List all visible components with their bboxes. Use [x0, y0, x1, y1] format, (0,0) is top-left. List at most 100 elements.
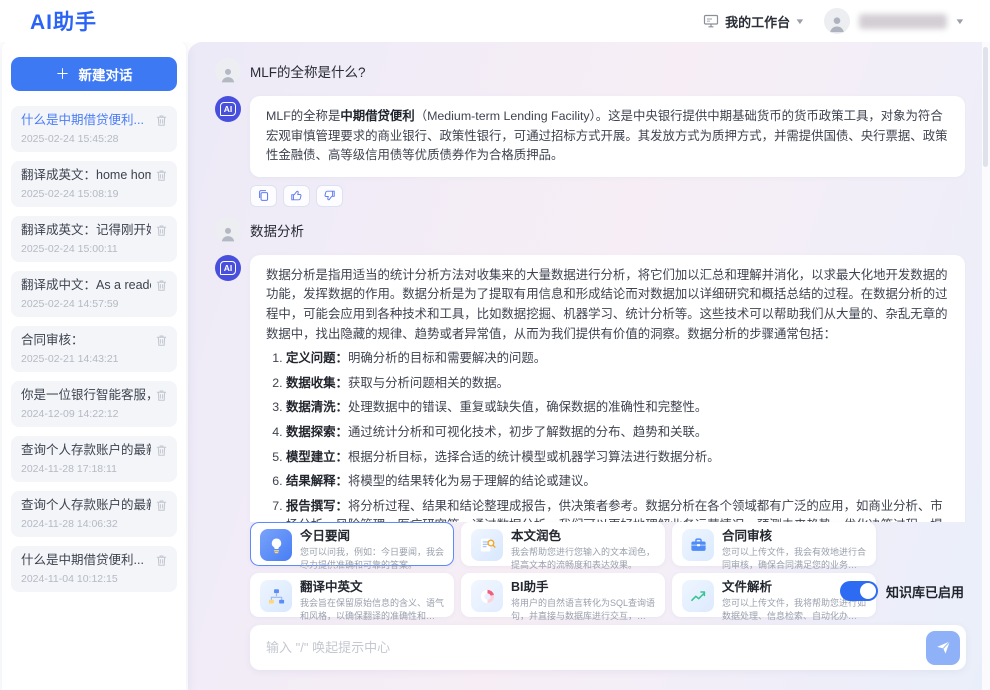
scrollbar[interactable]	[982, 42, 990, 690]
card-description: 我会帮助您进行您输入的文本润色，提高文本的流畅度和表达效果。	[511, 546, 655, 571]
topbar-right: 我的工作台 ▼ ▼	[703, 8, 964, 34]
app-logo: AI助手	[30, 6, 97, 36]
card-title: 翻译中英文	[300, 580, 444, 595]
ai-response-card: 数据分析是指用适当的统计分析方法对收集来的大量数据进行分析，将它们加以汇总和理解…	[250, 255, 965, 522]
capability-card[interactable]: BI助手将用户的自然语言转化为SQL查询语句，并直接与数据库进行交互，返回智能推…	[461, 573, 665, 617]
history-timestamp: 2024-12-09 14:22:12	[21, 408, 168, 420]
trash-icon[interactable]	[155, 114, 168, 127]
bottom-zone: 今日要闻您可以问我，例如：今日要闻，我会尽力提供准确和可靠的答案。本文润色我会帮…	[250, 522, 966, 690]
chat-input[interactable]	[266, 640, 926, 655]
history-item[interactable]: 翻译成英文：记得刚开始... 2025-02-24 15:00:11	[11, 216, 177, 262]
card-description: 您可以上传文件，我会有效地进行合同审核，确保合同满足您的业务需求。	[722, 546, 866, 571]
card-description: 您可以问我，例如：今日要闻，我会尽力提供准确和可靠的答案。	[300, 546, 444, 571]
analysis-step: 数据探索：通过统计分析和可视化技术，初步了解数据的分布、趋势和关联。	[286, 423, 949, 443]
history-timestamp: 2025-02-24 15:45:28	[21, 133, 168, 145]
translate-icon	[260, 580, 292, 612]
message-list: MLF的全称是什么? AI MLF的全称是中期借贷便利（Medium-term …	[215, 48, 966, 522]
card-title: 今日要闻	[300, 529, 444, 544]
history-timestamp: 2024-11-28 17:18:11	[21, 463, 168, 475]
history-item[interactable]: 什么是中期借贷便利... 2024-11-04 10:12:15	[11, 546, 177, 592]
workspace-label: 我的工作台	[725, 12, 790, 31]
knowledge-base-label: 知识库已启用	[886, 582, 964, 601]
thumbs-down-button[interactable]	[316, 185, 343, 207]
topbar: AI助手 我的工作台 ▼ ▼	[0, 0, 990, 42]
history-item[interactable]: 合同审核：2025-02-21 14:43:21	[11, 326, 177, 372]
monitor-icon	[703, 13, 719, 29]
card-title: 本文润色	[511, 529, 655, 544]
knowledge-base-toggle[interactable]: 知识库已启用	[840, 581, 964, 601]
user-avatar	[215, 58, 241, 84]
toggle-on-icon[interactable]	[840, 581, 878, 601]
composer	[250, 625, 966, 670]
trash-icon[interactable]	[155, 444, 168, 457]
history-title: 查询个人存款账户的最新...	[21, 498, 151, 513]
new-chat-button[interactable]: ＋ 新建对话	[11, 57, 177, 91]
copy-button[interactable]	[250, 185, 277, 207]
analysis-step: 报告撰写：将分析过程、结果和结论整理成报告，供决策者参考。数据分析在各个领域都有…	[286, 497, 949, 522]
analysis-step: 模型建立：根据分析目标，选择合适的统计模型或机器学习算法进行数据分析。	[286, 448, 949, 468]
analysis-steps-list: 定义问题：明确分析的目标和需要解决的问题。数据收集：获取与分析问题相关的数据。数…	[268, 349, 949, 522]
capability-card[interactable]: 本文润色我会帮助您进行您输入的文本润色，提高文本的流畅度和表达效果。	[461, 522, 665, 566]
trash-icon[interactable]	[155, 224, 168, 237]
history-item[interactable]: 你是一位银行智能客服，... 2024-12-09 14:22:12	[11, 381, 177, 427]
card-description: 将用户的自然语言转化为SQL查询语句，并直接与数据库进行交互，返回智能推荐的图表…	[511, 597, 655, 622]
trash-icon[interactable]	[155, 389, 168, 402]
chevron-down-icon: ▼	[795, 17, 806, 26]
history-item[interactable]: 翻译成中文：As a reader...2025-02-24 14:57:59	[11, 271, 177, 317]
card-title: BI助手	[511, 580, 655, 595]
trash-icon[interactable]	[155, 499, 168, 512]
ai-response-text: MLF的全称是中期借贷便利（Medium-term Lending Facili…	[266, 107, 949, 166]
history-timestamp: 2025-02-21 14:43:21	[21, 353, 168, 365]
history-timestamp: 2024-11-04 10:12:15	[21, 573, 168, 585]
history-title: 翻译成英文：记得刚开始...	[21, 223, 151, 238]
chevron-down-icon: ▼	[954, 17, 965, 26]
history-item[interactable]: 查询个人存款账户的最新...2024-11-28 17:18:11	[11, 436, 177, 482]
message-actions	[250, 185, 966, 207]
history-item[interactable]: 翻译成英文：home home2025-02-24 15:08:19	[11, 161, 177, 207]
briefcase-icon	[682, 529, 714, 561]
history-title: 你是一位银行智能客服，...	[21, 388, 151, 403]
user-message: MLF的全称是什么?	[215, 58, 966, 84]
user-avatar	[824, 8, 850, 34]
scrollbar-thumb[interactable]	[983, 47, 988, 167]
send-button[interactable]	[926, 631, 960, 665]
analysis-step: 结果解释：将模型的结果转化为易于理解的结论或建议。	[286, 472, 949, 492]
history-timestamp: 2025-02-24 15:00:11	[21, 243, 168, 255]
sidebar: ＋ 新建对话 什么是中期借贷便利... 2025-02-24 15:45:28 翻译…	[2, 40, 186, 690]
ai-message: AI MLF的全称是中期借贷便利（Medium-term Lending Fac…	[215, 96, 966, 177]
conversation-history: 什么是中期借贷便利... 2025-02-24 15:45:28 翻译成英文：hom…	[11, 106, 177, 592]
user-menu[interactable]: ▼	[824, 8, 964, 34]
ai-avatar: AI	[215, 255, 241, 281]
doc-polish-icon	[471, 529, 503, 561]
file-parse-icon	[682, 580, 714, 612]
trash-icon[interactable]	[155, 554, 168, 567]
trash-icon[interactable]	[155, 334, 168, 347]
thumbs-up-button[interactable]	[283, 185, 310, 207]
history-title: 什么是中期借贷便利...	[21, 553, 144, 568]
history-title: 什么是中期借贷便利...	[21, 113, 144, 128]
analysis-step: 数据收集：获取与分析问题相关的数据。	[286, 374, 949, 394]
trash-icon[interactable]	[155, 169, 168, 182]
lightbulb-icon	[260, 529, 292, 561]
history-item[interactable]: 什么是中期借贷便利... 2025-02-24 15:45:28	[11, 106, 177, 152]
capability-card[interactable]: 合同审核您可以上传文件，我会有效地进行合同审核，确保合同满足您的业务需求。	[672, 522, 876, 566]
username-redacted	[859, 14, 947, 29]
history-item[interactable]: 查询个人存款账户的最新... 2024-11-28 14:06:32	[11, 491, 177, 537]
workspace-menu[interactable]: 我的工作台 ▼	[703, 12, 804, 31]
new-chat-label: 新建对话	[79, 64, 133, 84]
ai-message: AI 数据分析是指用适当的统计分析方法对收集来的大量数据进行分析，将它们加以汇总…	[215, 255, 966, 522]
ai-avatar: AI	[215, 96, 241, 122]
capability-cards: 今日要闻您可以问我，例如：今日要闻，我会尽力提供准确和可靠的答案。本文润色我会帮…	[250, 522, 876, 617]
history-title: 翻译成英文：home home	[21, 168, 151, 183]
bi-chart-icon	[471, 580, 503, 612]
trash-icon[interactable]	[155, 279, 168, 292]
ai-response-card: MLF的全称是中期借贷便利（Medium-term Lending Facili…	[250, 96, 965, 177]
history-timestamp: 2024-11-28 14:06:32	[21, 518, 168, 530]
user-message-text: MLF的全称是什么?	[250, 61, 366, 81]
capability-card[interactable]: 翻译中英文我会旨在保留原始信息的含义、语气和风格，以确保翻译的准确性和自然流畅。	[250, 573, 454, 617]
ai-response-intro: 数据分析是指用适当的统计分析方法对收集来的大量数据进行分析，将它们加以汇总和理解…	[266, 266, 949, 344]
chat-panel: MLF的全称是什么? AI MLF的全称是中期借贷便利（Medium-term …	[188, 42, 982, 690]
capability-card[interactable]: 今日要闻您可以问我，例如：今日要闻，我会尽力提供准确和可靠的答案。	[250, 522, 454, 566]
analysis-step: 定义问题：明确分析的目标和需要解决的问题。	[286, 349, 949, 369]
history-timestamp: 2025-02-24 14:57:59	[21, 298, 168, 310]
